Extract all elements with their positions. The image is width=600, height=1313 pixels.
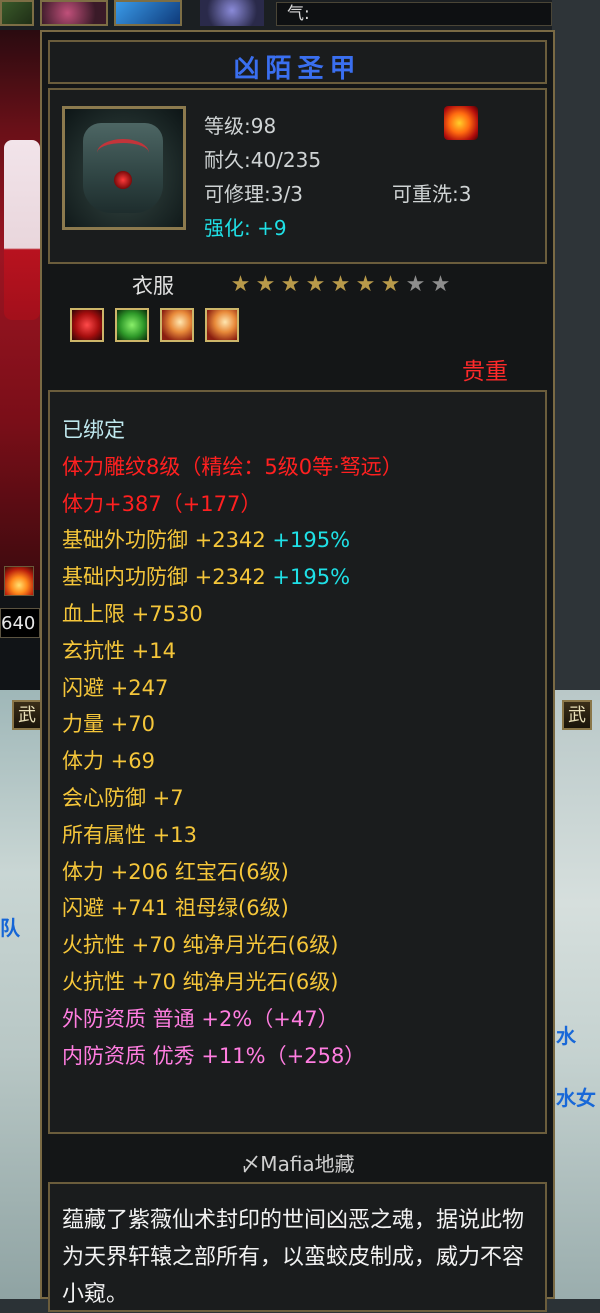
attribute-text: 外防资质 普通 +2%（+47） [62, 1006, 339, 1031]
attribute-line: 基础外功防御 +2342 +195% [62, 522, 403, 559]
fire-icon[interactable] [4, 566, 34, 596]
enhance-label: 强化: [204, 216, 251, 240]
attribute-line: 火抗性 +70 纯净月光石(6级) [62, 927, 403, 964]
attribute-text: 体力 +69 [62, 749, 155, 774]
left-hud-panel [0, 590, 44, 690]
item-rarity: 贵重 [462, 359, 508, 385]
attribute-percent: +195% [272, 528, 351, 553]
attribute-text: 体力雕纹8级（精绘：5级0等·驽远） [62, 454, 403, 479]
item-description: 蕴藏了紫薇仙术封印的世间凶恶之魂，据说此物为天界轩辕之部所有，以蛮蛟皮制成，威力… [62, 1208, 525, 1307]
star-filled-icon: ★ [355, 272, 376, 297]
star-filled-icon: ★ [280, 272, 301, 297]
moonstone-gem-icon [205, 308, 240, 342]
description-box: 蕴藏了紫薇仙术封印的世间凶恶之魂，据说此物为天界轩辕之部所有，以蛮蛟皮制成，威力… [48, 1182, 547, 1312]
attribute-text: 火抗性 +70 纯净月光石(6级) [62, 933, 339, 958]
phoenix-emblem-icon [444, 106, 478, 140]
item-portrait [62, 106, 186, 230]
attribute-line: 会心防御 +7 [62, 780, 403, 817]
armor-mark [97, 139, 149, 167]
right-hud-panel [552, 0, 600, 690]
item-owner: 〆Mafia地藏 [240, 1152, 355, 1176]
attribute-line: 体力+387（+177） [62, 486, 403, 523]
item-slot: 衣服 [132, 274, 174, 298]
attribute-line: 外防资质 普通 +2%（+47） [62, 1001, 403, 1038]
attribute-line: 体力雕纹8级（精绘：5级0等·驽远） [62, 449, 403, 486]
left-scene [0, 690, 44, 1299]
attribute-line: 力量 +70 [62, 706, 403, 743]
item-name: 凶陌圣甲 [233, 54, 362, 84]
attribute-text: 基础外功防御 +2342 [62, 528, 273, 553]
attribute-line: 火抗性 +70 纯净月光石(6级) [62, 964, 403, 1001]
attribute-text: 闪避 +741 祖母绿(6级) [62, 896, 289, 921]
item-title-box: 凶陌圣甲 [48, 40, 547, 84]
star-rating: ★ ★ ★ ★ ★ ★ ★ ★ ★ [228, 274, 453, 296]
qi-label: 气: [287, 4, 310, 24]
right-martial-tab[interactable]: 武 [562, 700, 592, 730]
left-hud-value: 640 [0, 608, 40, 638]
attribute-text: 所有属性 +13 [62, 822, 197, 847]
buff-icon[interactable] [200, 0, 264, 26]
emerald-gem-icon [115, 308, 150, 342]
attribute-text: 力量 +70 [62, 712, 155, 737]
attribute-line: 基础内功防御 +2342 +195% [62, 559, 403, 596]
right-scene-text-2: 水女 [556, 1086, 596, 1110]
attribute-text: 玄抗性 +14 [62, 638, 176, 663]
item-repairable: 可修理:3/3 [204, 182, 303, 206]
attribute-line: 所有属性 +13 [62, 817, 403, 854]
gem-slots [70, 308, 245, 342]
star-filled-icon: ★ [330, 272, 351, 297]
attribute-text: 体力+387（+177） [62, 491, 262, 516]
armor-gem [114, 171, 132, 189]
enhance-value: +9 [257, 216, 287, 240]
skill-icon-1[interactable] [0, 0, 34, 26]
attribute-box: 已绑定体力雕纹8级（精绘：5级0等·驽远） 体力+387（+177） 基础外功防御 … [48, 390, 547, 1134]
left-martial-tab[interactable]: 武 [12, 700, 42, 730]
item-durability: 耐久:40/235 [204, 148, 322, 172]
skill-icon-3[interactable] [114, 0, 182, 26]
attribute-list: 已绑定体力雕纹8级（精绘：5级0等·驽远） 体力+387（+177） 基础外功防御 … [62, 412, 403, 1074]
attribute-text: 基础内功防御 +2342 [62, 565, 273, 590]
star-filled-icon: ★ [230, 272, 251, 297]
attribute-line: 血上限 +7530 [62, 596, 403, 633]
star-empty-icon: ★ [430, 272, 451, 297]
attribute-text: 内防资质 优秀 +11%（+258） [62, 1043, 366, 1068]
attribute-line: 玄抗性 +14 [62, 633, 403, 670]
star-filled-icon: ★ [305, 272, 326, 297]
attribute-percent: +195% [272, 565, 351, 590]
attribute-line: 闪避 +247 [62, 670, 403, 707]
star-filled-icon: ★ [255, 272, 276, 297]
right-scene [552, 690, 600, 1299]
attribute-text: 会心防御 +7 [62, 785, 184, 810]
skill-icon-2[interactable] [40, 0, 108, 26]
attribute-line: 已绑定 [62, 412, 403, 449]
character-portrait-background [0, 30, 44, 590]
item-tooltip: 凶陌圣甲 等级:98 耐久:40/235 可修理:3/3 可重洗:3 强化: +… [40, 30, 555, 1312]
item-enhance: 强化: +9 [204, 212, 287, 241]
item-level: 等级:98 [204, 114, 277, 138]
item-rewashable: 可重洗:3 [392, 182, 472, 206]
left-scene-text: 队 [0, 916, 20, 940]
attribute-text: 火抗性 +70 纯净月光石(6级) [62, 969, 339, 994]
armor-image [83, 123, 163, 213]
attribute-line: 体力 +206 红宝石(6级) [62, 854, 403, 891]
attribute-text: 血上限 +7530 [62, 601, 203, 626]
star-filled-icon: ★ [380, 272, 401, 297]
attribute-text: 体力 +206 红宝石(6级) [62, 859, 289, 884]
moonstone-gem-icon [160, 308, 195, 342]
qi-bar: 气: [276, 2, 552, 26]
character-robe [4, 140, 40, 320]
item-header: 等级:98 耐久:40/235 可修理:3/3 可重洗:3 强化: +9 [48, 88, 547, 264]
ruby-gem-icon [70, 308, 104, 342]
attribute-line: 体力 +69 [62, 743, 403, 780]
attribute-text: 闪避 +247 [62, 675, 169, 700]
top-status-strip: 气: [0, 0, 600, 30]
attribute-line: 内防资质 优秀 +11%（+258） [62, 1038, 403, 1075]
star-empty-icon: ★ [405, 272, 426, 297]
attribute-line: 闪避 +741 祖母绿(6级) [62, 890, 403, 927]
attribute-text: 已绑定 [62, 418, 125, 442]
right-scene-text-1: 水 [556, 1024, 576, 1048]
